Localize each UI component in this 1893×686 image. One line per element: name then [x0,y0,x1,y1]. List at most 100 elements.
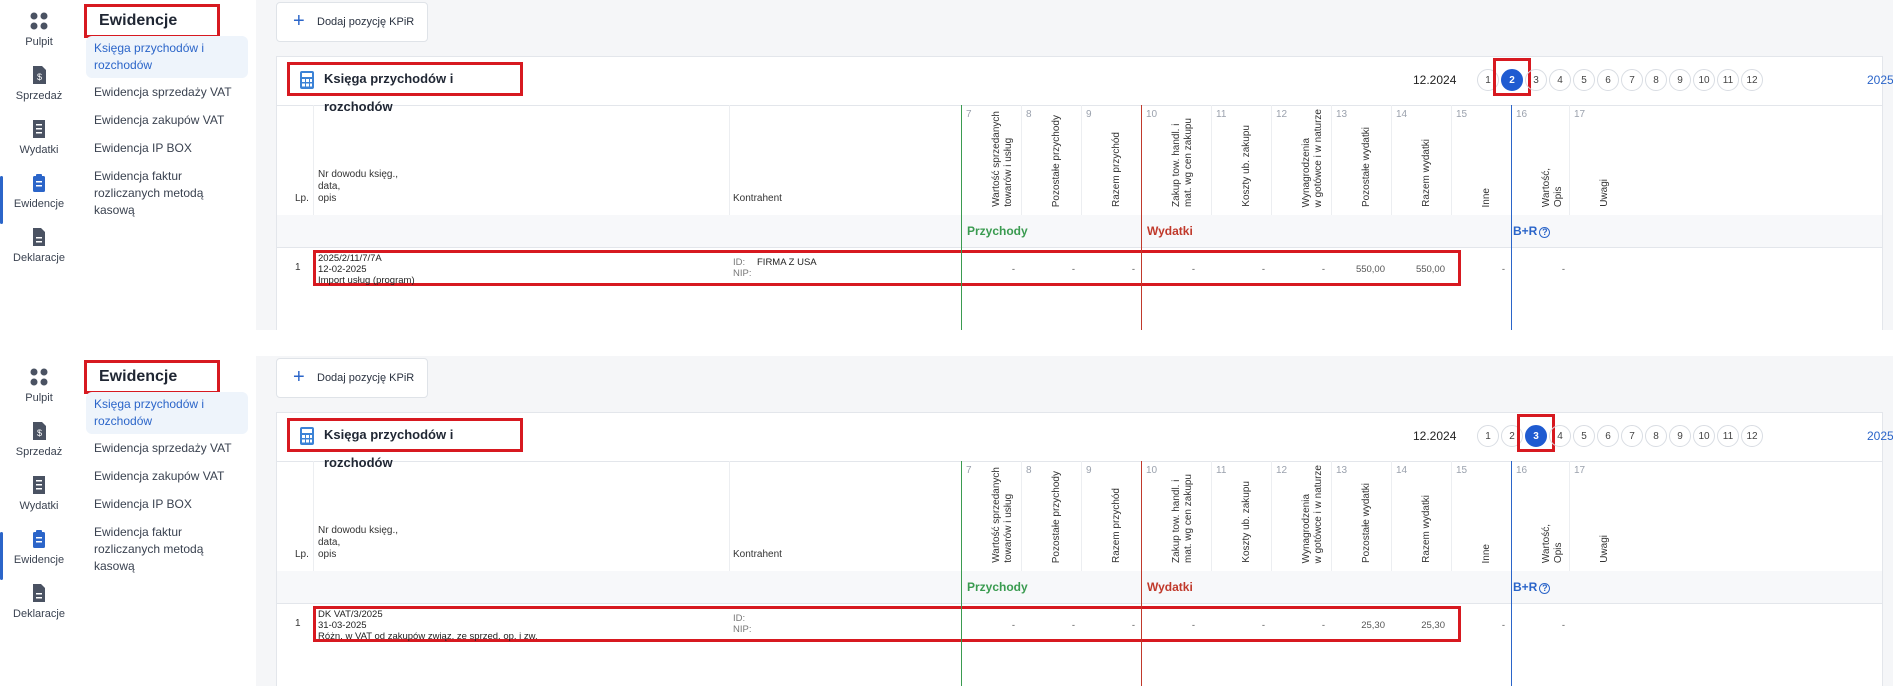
help-icon[interactable]: ? [1539,227,1551,238]
year-value: 2025 [1867,73,1893,87]
dashboard-icon [28,10,50,32]
col-c12: Wynagrodzenia w gotówce i w naturze [1301,464,1324,563]
col-kontrahent: Kontrahent [733,193,782,204]
sidebar-item-0[interactable]: Księga przychodów i rozchodów [86,36,248,78]
month-button-9[interactable]: 9 [1669,425,1691,447]
cell-c14: 550,00 [1415,264,1445,275]
month-button-8[interactable]: 8 [1645,69,1667,91]
add-kpir-button[interactable]: + Dodaj pozycję KPiR [276,358,428,398]
col-number: 15 [1456,465,1468,476]
month-button-5[interactable]: 5 [1573,69,1595,91]
nav-deklaracje[interactable]: Deklaracje [0,226,78,282]
year-value: 2025 [1867,429,1893,443]
sidebar-item-4[interactable]: Ewidencja faktur rozliczanych metodą kas… [86,520,248,579]
column-divider [1331,461,1332,571]
nav-sprzedaż[interactable]: $ Sprzedaż [0,420,78,476]
col-c15: Inne [1481,187,1492,207]
year-select[interactable]: 2025⌄ [1867,429,1893,443]
col-doc: Nr dowodu księg., data, opis [318,169,399,204]
section-divider [961,105,962,330]
section-row: Przychody Wydatki B+R? [277,571,1882,604]
receipt-icon [28,474,50,496]
nav-rail: Pulpit $ Sprzedaż Wydatki Ewidencje Dekl… [0,356,79,686]
sidebar-item-4[interactable]: Ewidencja faktur rozliczanych metodą kas… [86,164,248,223]
month-button-11[interactable]: 11 [1717,69,1739,91]
row-lp: 1 [295,262,301,273]
month-button-4[interactable]: 4 [1549,425,1571,447]
col-number: 14 [1396,109,1408,120]
sidebar-item-1[interactable]: Ewidencja sprzedaży VAT [86,436,248,461]
nav-label: Sprzedaż [15,446,63,458]
table-row[interactable]: 1 2025/2/11/7/7A 12-02-2025 Import usług… [277,248,1882,290]
section-divider [1511,461,1512,686]
col-number: 16 [1516,109,1528,120]
month-button-9[interactable]: 9 [1669,69,1691,91]
month-button-10[interactable]: 10 [1693,69,1715,91]
nav-wydatki[interactable]: Wydatki [0,118,78,174]
table-row[interactable]: 1 DK VAT/3/2025 31-03-2025 Różn. w VAT o… [277,604,1882,646]
month-button-11[interactable]: 11 [1717,425,1739,447]
col-number: 9 [1086,109,1092,120]
col-c8: Pozostałe przychody [1051,470,1062,563]
section-wydatki: Wydatki [1147,580,1193,594]
nav-ewidencje[interactable]: Ewidencje [0,172,78,228]
add-kpir-button[interactable]: + Dodaj pozycję KPiR [276,2,428,42]
col-c9: Razem przychód [1111,487,1122,563]
card-header: Księga przychodów i rozchodów 12.2024 1 2 3 4… [277,57,1893,114]
col-kontrahent: Kontrahent [733,549,782,560]
sidebar-item-3[interactable]: Ewidencja IP BOX [86,492,248,517]
column-divider [1021,105,1022,215]
col-number: 15 [1456,109,1468,120]
nav-wydatki[interactable]: Wydatki [0,474,78,530]
kpir-card: Księga przychodów i rozchodów 12.2024 1 2 3 4… [276,56,1893,330]
month-button-7[interactable]: 7 [1621,425,1643,447]
month-button-5[interactable]: 5 [1573,425,1595,447]
month-button-6[interactable]: 6 [1597,69,1619,91]
month-button-7[interactable]: 7 [1621,69,1643,91]
sidebar-item-2[interactable]: Ewidencja zakupów VAT [86,108,248,133]
nav-pulpit[interactable]: Pulpit [0,366,78,422]
cell-c16: - [1561,264,1565,275]
nav-sprzedaż[interactable]: $ Sprzedaż [0,64,78,120]
column-divider [729,461,730,571]
nav-label: Deklaracje [13,252,65,264]
month-button-8[interactable]: 8 [1645,425,1667,447]
year-select[interactable]: 2025⌄ [1867,73,1893,87]
col-number: 17 [1574,109,1586,120]
month-button-10[interactable]: 10 [1693,425,1715,447]
nav-pulpit[interactable]: Pulpit [0,10,78,66]
nav-deklaracje[interactable]: Deklaracje [0,582,78,638]
sub-sidebar: Ewidencje Księga przychodów i rozchodów Ew… [78,0,257,330]
col-number: 12 [1276,465,1288,476]
calculator-icon [300,427,314,445]
row-kontrahent: ID: FIRMA Z USA NIP: [733,257,817,279]
month-button-3[interactable]: 3 [1525,69,1547,91]
sidebar-item-0[interactable]: Księga przychodów i rozchodów [86,392,248,434]
document-icon [28,226,50,248]
cell-c12: - [1321,264,1325,275]
month-button-4[interactable]: 4 [1549,69,1571,91]
nav-label: Wydatki [19,500,59,512]
cell-c7: - [1011,620,1015,631]
sidebar-item-3[interactable]: Ewidencja IP BOX [86,136,248,161]
sidebar-item-1[interactable]: Ewidencja sprzedaży VAT [86,80,248,105]
column-divider [1451,105,1452,215]
period-label: 12.2024 [1413,73,1457,87]
cell-c8: - [1071,620,1075,631]
month-button-12[interactable]: 12 [1741,69,1763,91]
month-button-12[interactable]: 12 [1741,425,1763,447]
sidebar-item-2[interactable]: Ewidencja zakupów VAT [86,464,248,489]
cell-c10: - [1191,264,1195,275]
month-button-1[interactable]: 1 [1477,425,1499,447]
add-kpir-label: Dodaj pozycję KPiR [317,372,415,384]
nav-ewidencje[interactable]: Ewidencje [0,528,78,584]
nav-label: Pulpit [25,36,53,48]
col-c15: Inne [1481,543,1492,563]
help-icon[interactable]: ? [1539,583,1551,594]
row-doc: 2025/2/11/7/7A 12-02-2025 Import usług (… [318,253,415,286]
month-button-6[interactable]: 6 [1597,425,1619,447]
card-title-box: Księga przychodów i rozchodów [287,418,523,470]
section-divider [1141,105,1142,330]
column-divider [1569,105,1570,215]
cell-c8: - [1071,264,1075,275]
